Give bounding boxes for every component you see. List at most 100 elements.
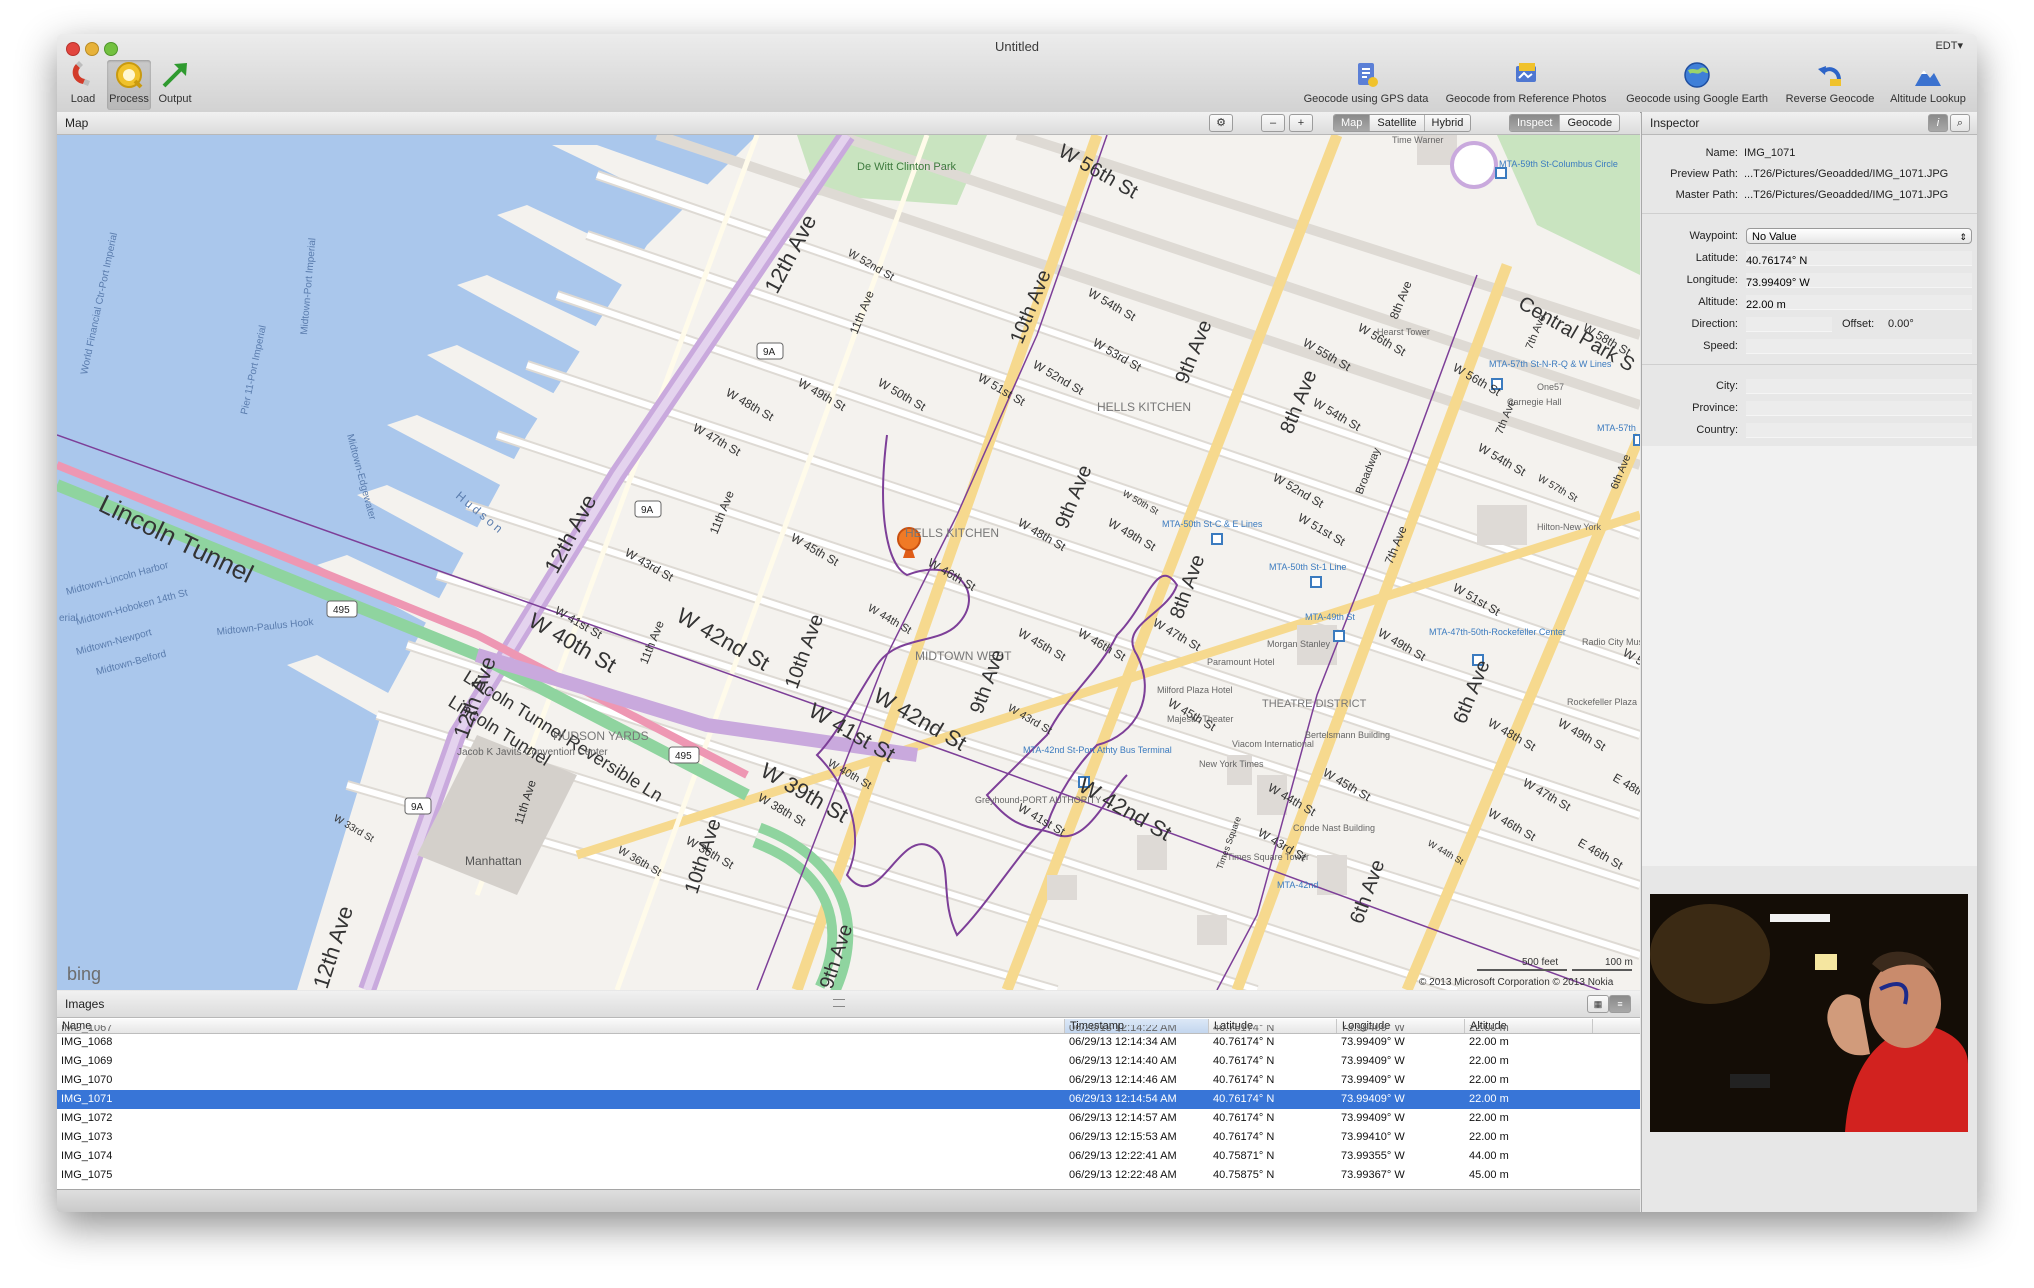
preview-path-label: Preview Path: bbox=[1670, 168, 1738, 180]
mta-42b-label: MTA-42nd bbox=[1277, 880, 1318, 890]
waypoint-label: Waypoint: bbox=[1689, 230, 1738, 242]
cell-alt: 22.00 m bbox=[1469, 1112, 1509, 1124]
bertelsmann-label: Bertelsmann Building bbox=[1305, 730, 1390, 740]
offset-value[interactable]: 0.00° bbox=[1888, 318, 1914, 330]
cell-name: IMG_1068 bbox=[61, 1036, 113, 1048]
cell-ts: 06/29/13 12:22:41 AM bbox=[1069, 1150, 1177, 1162]
images-pane-header: Images ▦ ≡ bbox=[57, 991, 1640, 1018]
map-settings-gear-icon[interactable]: ⚙ bbox=[1209, 114, 1233, 132]
mode-control: Inspect Geocode bbox=[1509, 114, 1621, 132]
map-type-satellite[interactable]: Satellite bbox=[1370, 115, 1425, 131]
mta-42-label: MTA-42nd St-Port Athty Bus Terminal bbox=[1023, 745, 1172, 755]
table-row[interactable]: IMG_1071 06/29/13 12:14:54 AM 40.76174° N 7… bbox=[57, 1090, 1640, 1109]
titlebar: Untitled EDT▾ Load Process Output Geocod… bbox=[57, 34, 1977, 113]
cell-ts: 06/29/13 12:14:40 AM bbox=[1069, 1055, 1177, 1067]
timezone-menu[interactable]: EDT▾ bbox=[1935, 39, 1963, 52]
table-row[interactable]: IMG_1070 06/29/13 12:14:46 AM 40.76174° N 7… bbox=[57, 1071, 1640, 1090]
name-label: Name: bbox=[1705, 147, 1738, 159]
table-row[interactable]: IMG_1075 06/29/13 12:22:48 AM 40.75875° N 7… bbox=[57, 1166, 1640, 1185]
master-path-label: Master Path: bbox=[1675, 189, 1738, 201]
map-attribution: © 2013 Microsoft Corporation © 2013 Noki… bbox=[1419, 977, 1614, 988]
cell-alt: 22.00 m bbox=[1469, 1131, 1509, 1143]
cell-alt: 45.00 m bbox=[1469, 1169, 1509, 1181]
map-pane-title: Map bbox=[65, 116, 89, 130]
table-row[interactable]: IMG_1069 06/29/13 12:14:40 AM 40.76174° N 7… bbox=[57, 1052, 1640, 1071]
search-icon[interactable]: ⌕ bbox=[1950, 114, 1970, 132]
map-type-hybrid[interactable]: Hybrid bbox=[1425, 115, 1471, 131]
radio-city-label: Radio City Music Hall bbox=[1582, 637, 1640, 647]
city-field[interactable] bbox=[1746, 379, 1972, 394]
map-pane-header: Map ⚙ – + Map Satellite Hybrid Inspect G… bbox=[57, 112, 1640, 135]
process-button[interactable]: Process bbox=[107, 60, 151, 110]
mta-50-1-label: MTA-50th St-1 Line bbox=[1269, 562, 1346, 572]
magnet-icon bbox=[72, 61, 90, 86]
cell-alt: 22.00 m bbox=[1469, 1025, 1509, 1033]
output-button[interactable]: Output bbox=[153, 60, 197, 110]
conde-label: Conde Nast Building bbox=[1293, 823, 1375, 833]
paramount-label: Paramount Hotel bbox=[1207, 657, 1275, 667]
latitude-field[interactable]: 40.76174° N bbox=[1746, 251, 1972, 267]
mode-inspect[interactable]: Inspect bbox=[1510, 115, 1561, 131]
nyt-label: New York Times bbox=[1199, 759, 1264, 769]
table-row[interactable]: IMG_1073 06/29/13 12:15:53 AM 40.76174° N 7… bbox=[57, 1128, 1640, 1147]
photo-preview bbox=[1650, 894, 1968, 1132]
status-strip bbox=[57, 1189, 1640, 1212]
map-canvas[interactable]: De Witt Clinton Park Lincoln Tunnel Linc… bbox=[57, 135, 1640, 990]
cell-ts: 06/29/13 12:14:34 AM bbox=[1069, 1036, 1177, 1048]
altitude-field[interactable]: 22.00 m bbox=[1746, 295, 1972, 311]
cell-name: IMG_1069 bbox=[61, 1055, 113, 1067]
cell-ts: 06/29/13 12:15:53 AM bbox=[1069, 1131, 1177, 1143]
zoom-in-button[interactable]: + bbox=[1289, 114, 1313, 132]
geocode-gps-button[interactable]: Geocode using GPS data bbox=[1299, 60, 1433, 110]
mta-57-label: MTA-57th St-N-R-Q & W Lines bbox=[1489, 359, 1612, 369]
export-arrow-icon bbox=[162, 63, 187, 88]
cell-name: IMG_1067 bbox=[61, 1025, 113, 1033]
map-view[interactable]: De Witt Clinton Park Lincoln Tunnel Linc… bbox=[57, 135, 1640, 990]
hilton-label: Hilton-New York bbox=[1537, 522, 1602, 532]
table-row[interactable]: IMG_1072 06/29/13 12:14:57 AM 40.76174° N 7… bbox=[57, 1109, 1640, 1128]
cell-ts: 06/29/13 12:14:54 AM bbox=[1069, 1093, 1177, 1105]
columbus-circle bbox=[1450, 141, 1498, 189]
load-button[interactable]: Load bbox=[61, 60, 105, 110]
list-view-icon[interactable]: ≡ bbox=[1609, 995, 1631, 1013]
cell-alt: 22.00 m bbox=[1469, 1055, 1509, 1067]
mode-geocode[interactable]: Geocode bbox=[1560, 115, 1619, 131]
cell-name: IMG_1071 bbox=[61, 1093, 113, 1105]
table-row-partial[interactable]: IMG_1067 06/29/13 12:14:22 AM 40.76174° … bbox=[57, 1025, 1640, 1033]
cell-lat: 40.76174° N bbox=[1213, 1025, 1275, 1033]
bing-logo: bing bbox=[67, 964, 101, 984]
grid-view-icon[interactable]: ▦ bbox=[1587, 995, 1609, 1013]
divider bbox=[1642, 364, 1977, 365]
hudson-yards-label: HUDSON YARDS bbox=[553, 729, 649, 743]
reverse-arrow-icon bbox=[1818, 66, 1841, 86]
cell-lon: 73.99409° W bbox=[1341, 1036, 1405, 1048]
erial-label: erial bbox=[59, 613, 78, 624]
table-row[interactable]: IMG_1074 06/29/13 12:22:41 AM 40.75871° N 7… bbox=[57, 1147, 1640, 1166]
info-icon[interactable]: i bbox=[1928, 114, 1948, 132]
longitude-field[interactable]: 73.99409° W bbox=[1746, 273, 1972, 289]
process-label: Process bbox=[109, 93, 149, 105]
divider bbox=[1642, 213, 1977, 214]
speed-field[interactable] bbox=[1746, 339, 1972, 354]
zoom-out-button[interactable]: – bbox=[1261, 114, 1285, 132]
mta-47-label: MTA-47th-50th-Rockefeller Center bbox=[1429, 627, 1566, 637]
geocode-reference-button[interactable]: Geocode from Reference Photos bbox=[1438, 60, 1614, 110]
altitude-lookup-button[interactable]: Altitude Lookup bbox=[1883, 60, 1973, 110]
cell-lat: 40.76174° N bbox=[1213, 1131, 1275, 1143]
table-row[interactable]: IMG_1068 06/29/13 12:14:34 AM 40.76174° N 7… bbox=[57, 1033, 1640, 1052]
waypoint-select[interactable]: No Value ⇕ bbox=[1746, 228, 1972, 244]
splitter-grip-icon[interactable] bbox=[833, 999, 845, 1007]
inspector-title: Inspector bbox=[1650, 116, 1700, 130]
app-window: Untitled EDT▾ Load Process Output Geocod… bbox=[57, 34, 1977, 1212]
gps-doc-icon bbox=[1358, 63, 1378, 87]
images-pane: Images ▦ ≡ Name Timestamp Latitude Longi… bbox=[57, 991, 1640, 1212]
geocode-google-earth-button[interactable]: Geocode using Google Earth bbox=[1619, 60, 1775, 110]
reverse-geocode-button[interactable]: Reverse Geocode bbox=[1780, 60, 1880, 110]
inspector-lower-area bbox=[1642, 446, 1977, 866]
direction-field[interactable] bbox=[1746, 317, 1832, 332]
shield-9a-3: 9A bbox=[411, 802, 424, 813]
province-field[interactable] bbox=[1746, 401, 1972, 416]
map-type-map[interactable]: Map bbox=[1334, 115, 1371, 131]
country-field[interactable] bbox=[1746, 423, 1972, 438]
geocode-google-earth-label: Geocode using Google Earth bbox=[1626, 93, 1768, 105]
